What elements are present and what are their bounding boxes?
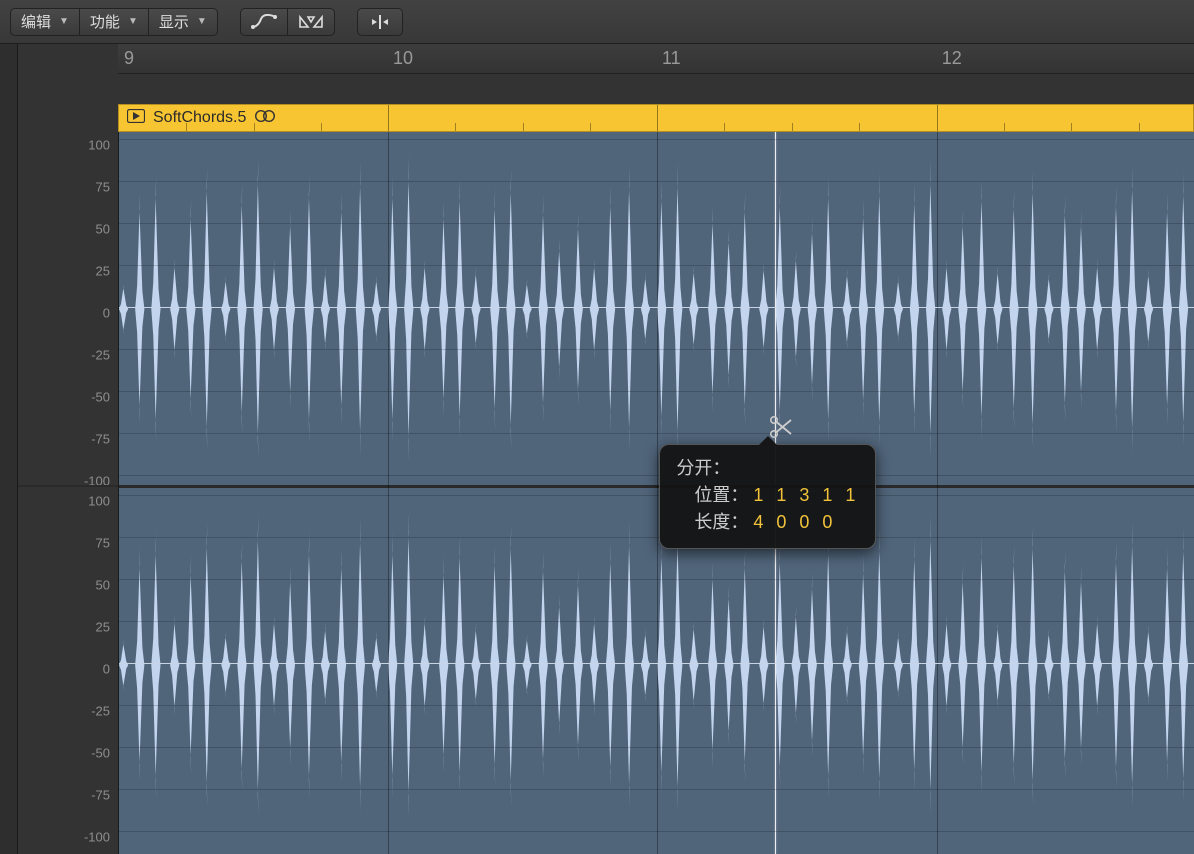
amplitude-tick-label: 0 (103, 306, 110, 321)
view-menu[interactable]: 显示 ▼ (148, 8, 218, 36)
ruler-bar-number: 9 (124, 48, 134, 69)
function-menu-label: 功能 (90, 11, 120, 32)
amplitude-tick-label: 0 (103, 662, 110, 677)
automation-curve-icon (251, 14, 277, 30)
left-sidebar (0, 44, 18, 854)
tooltip-length-value: 4 0 0 0 (753, 512, 836, 532)
function-menu[interactable]: 功能 ▼ (79, 8, 148, 36)
amplitude-tick-label: 100 (88, 494, 110, 509)
chevron-down-icon: ▼ (59, 16, 69, 27)
tooltip-position-value: 1 1 3 1 1 (753, 485, 859, 505)
amplitude-gutter: 100 75 50 25 0 -25 -50 -75 -100 100 75 50 25 0 -25 -50 -… (18, 132, 118, 854)
amplitude-tick-label: -50 (91, 746, 110, 761)
tooltip-title: 分开： (676, 455, 859, 482)
tooltip-length-label: 长度： (694, 512, 748, 532)
amplitude-tick-label: -75 (91, 788, 110, 803)
automation-curve-button[interactable] (240, 8, 287, 36)
amplitude-tick-label: -100 (84, 830, 110, 845)
amplitude-tick-label: 75 (96, 536, 110, 551)
edit-menu[interactable]: 编辑 ▼ (10, 8, 79, 36)
chevron-down-icon: ▼ (128, 16, 138, 27)
amplitude-tick-label: 50 (96, 578, 110, 593)
waveform-display[interactable] (118, 132, 1194, 854)
amplitude-tick-label: -75 (91, 432, 110, 447)
split-tooltip: 分开： 位置： 1 1 3 1 1 长度： 4 0 0 0 (659, 444, 876, 549)
amplitude-tick-label: -25 (91, 348, 110, 363)
ruler-bar-number: 11 (662, 48, 681, 69)
catch-playhead-icon (368, 14, 392, 30)
amplitude-tick-label: 100 (88, 138, 110, 153)
tooltip-position-label: 位置： (694, 485, 748, 505)
amplitude-tick-label: 75 (96, 180, 110, 195)
flex-icon (298, 14, 324, 30)
toolbar: 编辑 ▼ 功能 ▼ 显示 ▼ (0, 0, 1194, 44)
time-ruler[interactable]: 9 10 11 12 (118, 44, 1194, 104)
clip-name: SoftChords.5 (153, 109, 246, 127)
loop-icon (254, 109, 276, 128)
amplitude-tick-label: 50 (96, 222, 110, 237)
amplitude-tick-label: -25 (91, 704, 110, 719)
clip-header[interactable]: SoftChords.5 (118, 104, 1194, 132)
ruler-bar-number: 10 (393, 48, 413, 69)
chevron-down-icon: ▼ (197, 16, 207, 27)
flex-button[interactable] (287, 8, 335, 36)
amplitude-tick-label: 25 (96, 264, 110, 279)
edit-menu-label: 编辑 (21, 11, 51, 32)
catch-playhead-button[interactable] (357, 8, 403, 36)
play-clip-icon[interactable] (127, 109, 145, 128)
amplitude-tick-label: 25 (96, 620, 110, 635)
ruler-bar-number: 12 (942, 48, 962, 69)
view-menu-label: 显示 (159, 11, 189, 32)
amplitude-tick-label: -50 (91, 390, 110, 405)
